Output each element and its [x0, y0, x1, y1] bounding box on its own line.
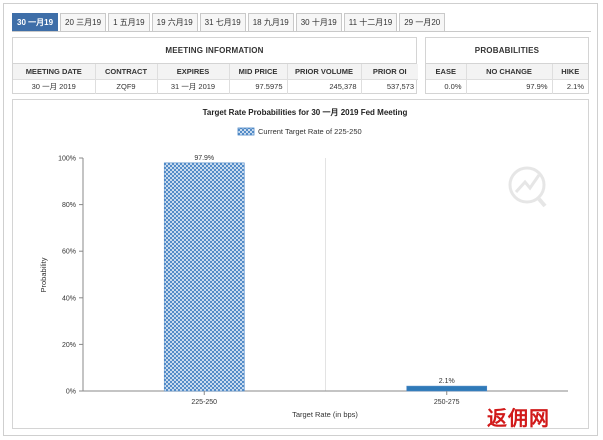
y-axis-label: Probability [39, 257, 48, 292]
expires-value: 31 一月 2019 [157, 79, 230, 94]
y-tick-label: 0% [66, 389, 76, 396]
x-axis-label: Target Rate (in bps) [292, 410, 358, 419]
col-contract: CONTRACT [95, 64, 158, 80]
x-tick-label: 225-250 [191, 399, 217, 406]
table-row: 30 一月 2019 ZQF9 31 一月 2019 97.5975 245,3… [13, 79, 418, 94]
plot-area: 0% 20% 40% 60% 80% 100% 97.9% 225-250 2.1% 250-27… [58, 155, 568, 406]
target-rate-chart: Target Rate Probabilities for 30 一月 2019… [39, 108, 568, 419]
meeting-information-title: MEETING INFORMATION [13, 38, 416, 64]
tab-divider [12, 31, 591, 32]
col-hike: HIKE [552, 64, 588, 80]
tab-5[interactable]: 18 九月19 [247, 13, 294, 32]
y-tick-label: 80% [62, 202, 76, 209]
y-tick-label: 60% [62, 249, 76, 256]
meeting-date-tabs: 30 一月19 20 三月19 1 五月19 19 六月19 31 七月19 18 九月1… [12, 13, 447, 32]
col-mid-price: MID PRICE [229, 64, 288, 80]
legend-label: Current Target Rate of 225-250 [258, 127, 362, 136]
tab-6[interactable]: 30 十月19 [295, 13, 342, 32]
meeting-header-row: MEETING DATE CONTRACT EXPIRES MID PRICE … [13, 64, 418, 80]
legend-swatch [237, 127, 255, 136]
probabilities-panel: PROBABILITIES EASE NO CHANGE HIKE 0.0% 9… [425, 37, 589, 94]
bar-data-label: 2.1% [439, 378, 455, 385]
table-row: 0.0% 97.9% 2.1% [426, 79, 588, 94]
y-tick-label: 100% [58, 156, 76, 163]
target-rate-chart-panel: Target Rate Probabilities for 30 一月 2019… [12, 99, 589, 429]
chart-title: Target Rate Probabilities for 30 一月 2019… [203, 108, 408, 117]
meeting-date-value: 30 一月 2019 [13, 79, 96, 94]
no-change-value: 97.9% [466, 79, 553, 94]
meeting-information-table: MEETING DATE CONTRACT EXPIRES MID PRICE … [13, 64, 418, 94]
tab-1[interactable]: 20 三月19 [60, 13, 107, 32]
tab-8[interactable]: 29 一月20 [399, 13, 446, 32]
contract-value: ZQF9 [95, 79, 158, 94]
tab-3[interactable]: 19 六月19 [151, 13, 198, 32]
bar-data-label: 97.9% [194, 155, 214, 162]
prior-oi-value: 537,573 [386, 82, 414, 91]
mid-price-value: 97.5975 [229, 79, 288, 94]
col-prior-oi: PRIOR OI [361, 64, 418, 80]
watermark-text: 返佣网 [487, 406, 550, 430]
tab-4[interactable]: 31 七月19 [199, 13, 246, 32]
col-no-change: NO CHANGE [466, 64, 553, 80]
probabilities-table: EASE NO CHANGE HIKE 0.0% 97.9% 2.1% [426, 64, 588, 94]
col-expires: EXPIRES [157, 64, 230, 80]
logo-mark-icon [508, 166, 547, 208]
meeting-information-panel: MEETING INFORMATION MEETING DATE CONTRAC… [12, 37, 418, 94]
x-tick-label: 250-275 [434, 399, 460, 406]
probabilities-header-row: EASE NO CHANGE HIKE [426, 64, 588, 80]
y-tick-label: 40% [62, 295, 76, 302]
ease-value: 0.0% [426, 79, 467, 94]
bar-250-275[interactable] [406, 385, 488, 392]
tab-0[interactable]: 30 一月19 [12, 13, 59, 32]
tab-7[interactable]: 11 十二月19 [343, 13, 398, 32]
probabilities-title: PROBABILITIES [426, 38, 588, 64]
prior-volume-value: 245,378 [287, 79, 362, 94]
tab-2[interactable]: 1 五月19 [108, 13, 150, 32]
col-prior-volume: PRIOR VOLUME [287, 64, 362, 80]
col-meeting-date: MEETING DATE [13, 64, 96, 80]
bar-225-250[interactable] [163, 162, 245, 392]
y-tick-label: 20% [62, 342, 76, 349]
col-ease: EASE [426, 64, 467, 80]
hike-value: 2.1% [566, 82, 584, 91]
